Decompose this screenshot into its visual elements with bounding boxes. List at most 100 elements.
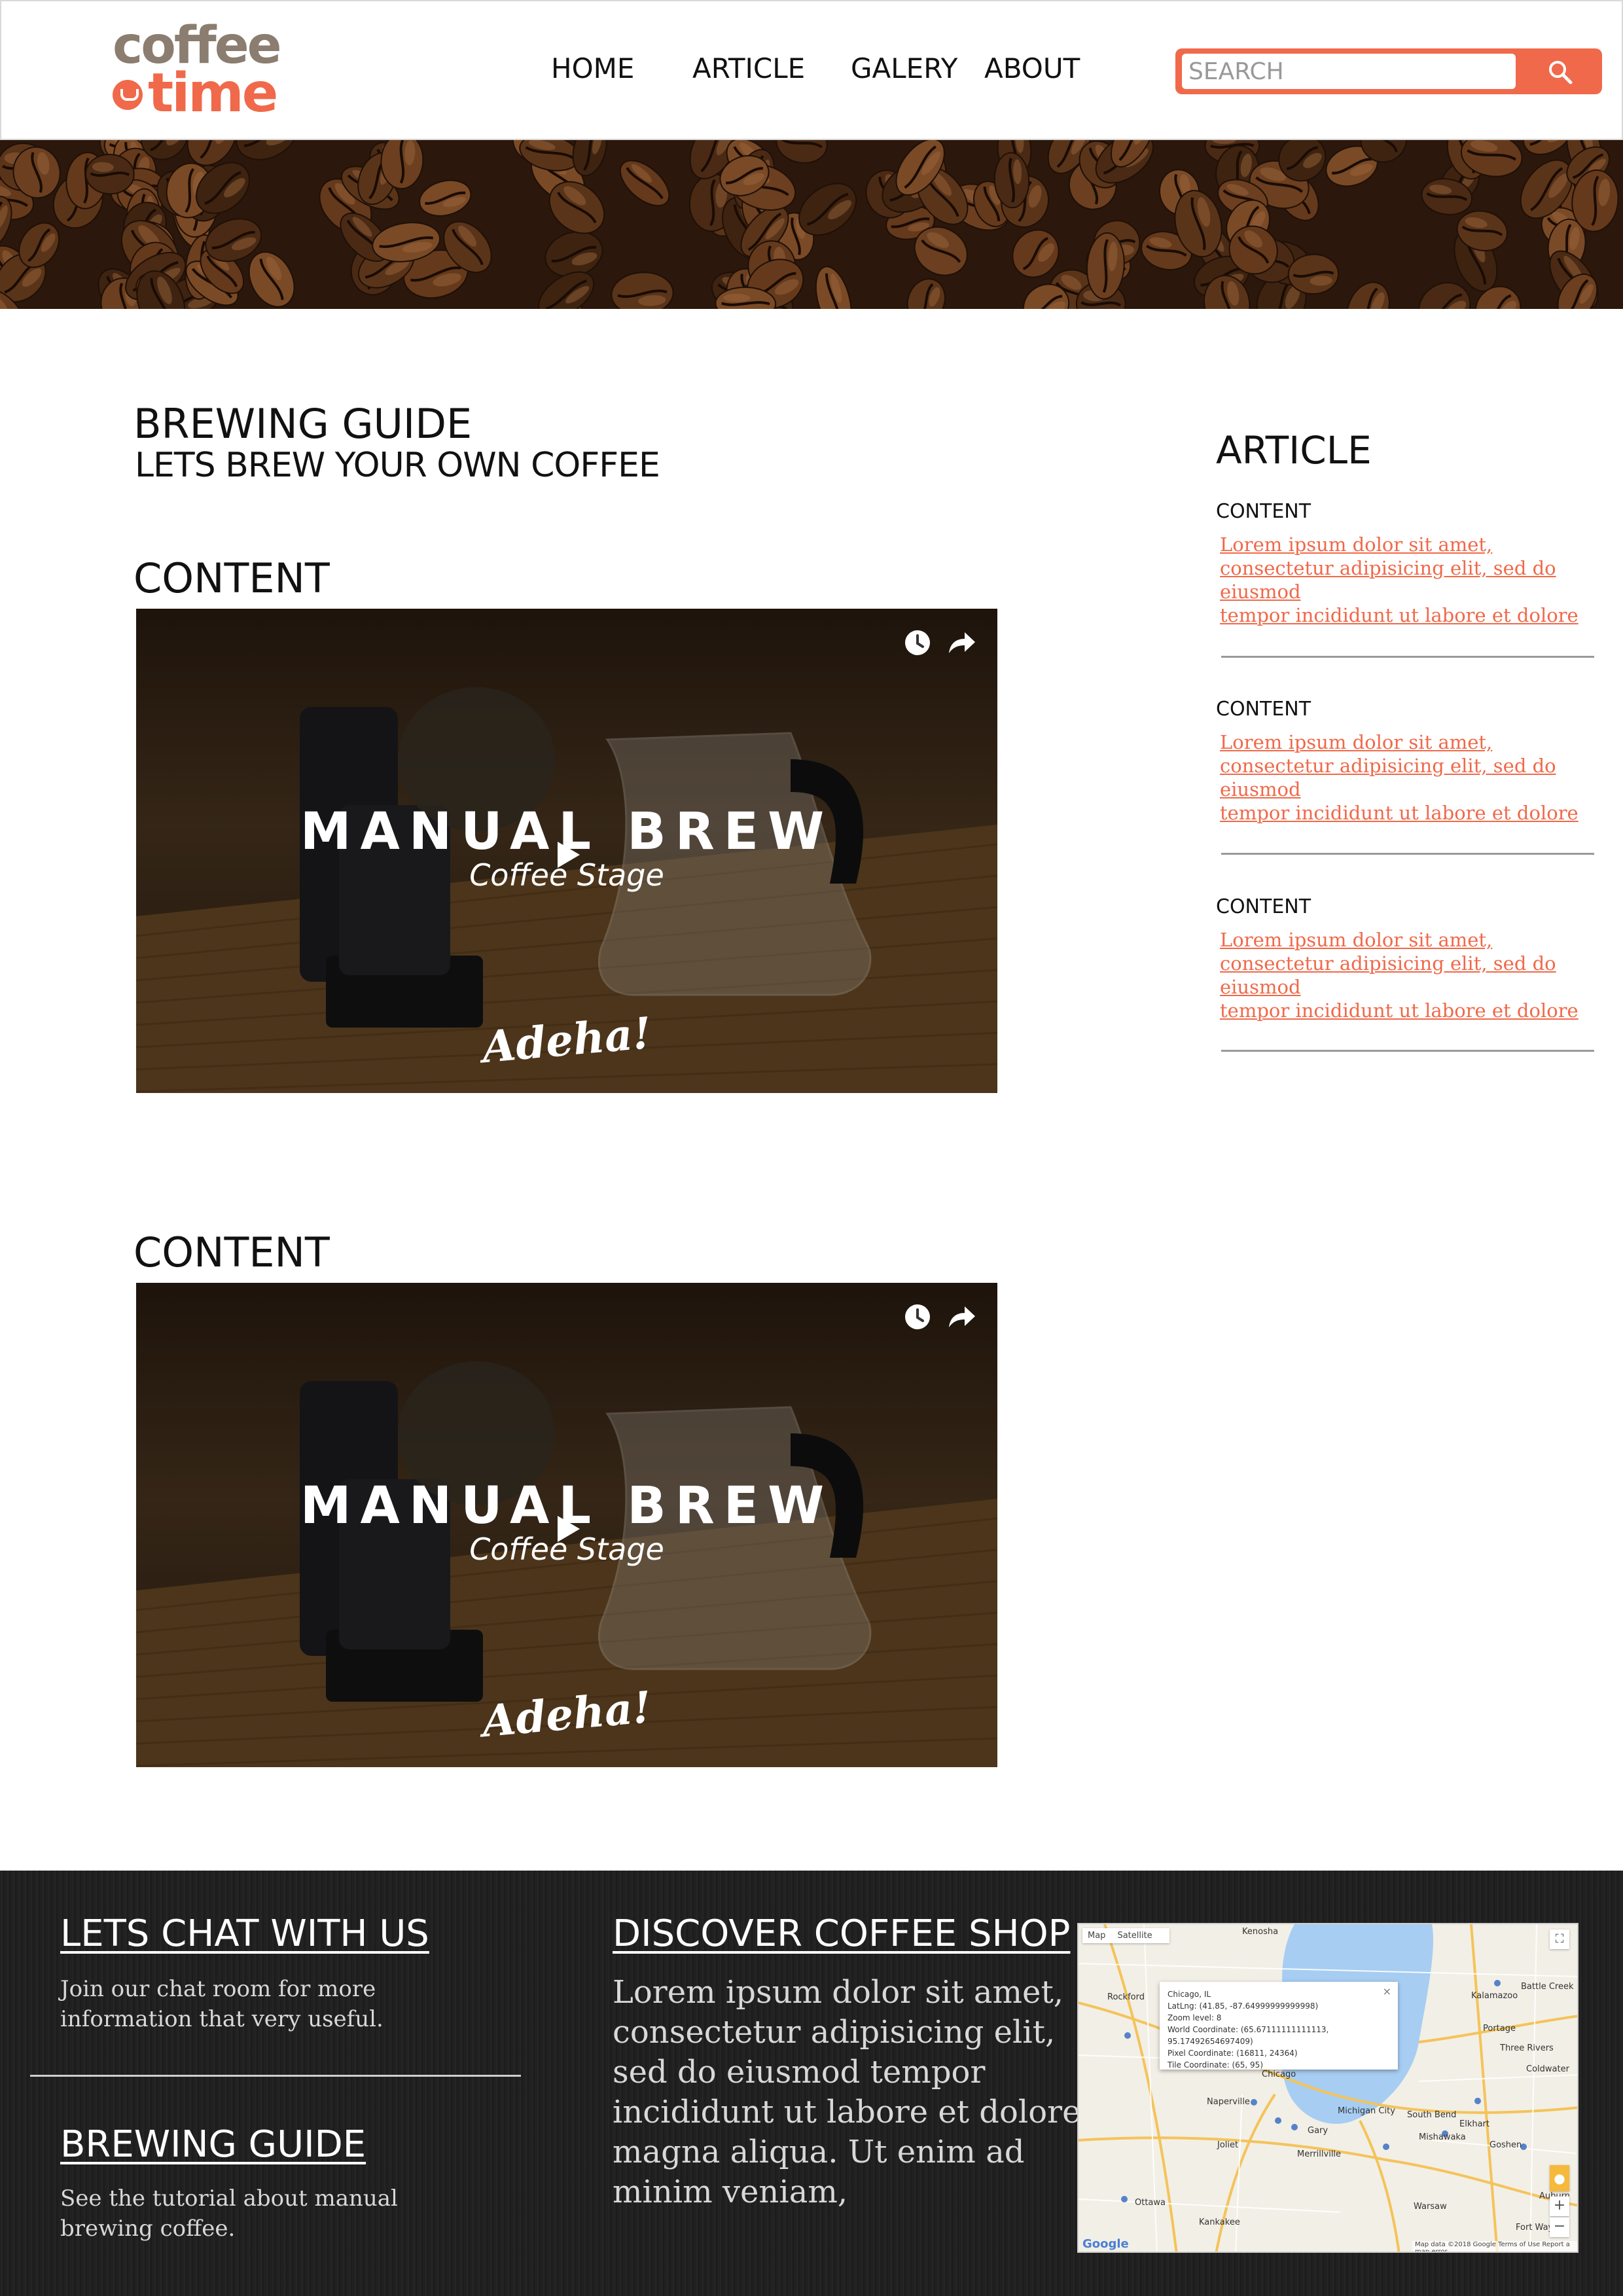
map-city-label: Merrillville bbox=[1297, 2149, 1342, 2159]
footer-chat-heading[interactable]: LETS CHAT WITH US bbox=[60, 1912, 429, 1955]
article-label: CONTENT bbox=[1216, 698, 1311, 721]
article-link-line: eiusmod bbox=[1220, 778, 1301, 800]
search-icon bbox=[1549, 61, 1573, 84]
footer-discover-heading[interactable]: DISCOVER COFFEE SHOP bbox=[613, 1912, 1070, 1955]
footer-discover-text: Lorem ipsum dolor sit amet, consectetur … bbox=[613, 1973, 1090, 2212]
map-info-line: Chicago, IL bbox=[1168, 1990, 1211, 1999]
article-link-line: tempor incididunt ut labore et dolore bbox=[1220, 604, 1578, 626]
map-info-line: Tile Coordinate: (65, 95) bbox=[1168, 2060, 1263, 2070]
map-city-label: South Bend bbox=[1407, 2110, 1457, 2120]
footer-text-line: Join our chat room for more bbox=[60, 1976, 376, 2002]
footer-guide-text: See the tutorial about manual brewing co… bbox=[60, 2183, 479, 2244]
map-city-label: Kenosha bbox=[1242, 1927, 1279, 1937]
article-link-line: consectetur adipisicing elit, sed do bbox=[1220, 557, 1556, 579]
coffee-shop-map[interactable]: Map Satellite Kenosha Rockford Kalamazoo … bbox=[1077, 1923, 1578, 2253]
map-city-label: Michigan City bbox=[1338, 2106, 1395, 2116]
footer-text-line: See the tutorial about manual bbox=[60, 2185, 398, 2212]
map-info-line: Zoom level: 8 bbox=[1168, 2013, 1222, 2022]
map-attribution: Map data ©2018 Google Terms of Use Repor… bbox=[1412, 2241, 1577, 2251]
video-player[interactable]: MANUAL BREW Coffee Stage Adeha! bbox=[136, 609, 997, 1093]
search-button[interactable] bbox=[1521, 51, 1599, 92]
share-icon[interactable] bbox=[946, 1302, 976, 1331]
coffee-beans-image bbox=[0, 140, 1623, 309]
map-city-label: Portage bbox=[1483, 2024, 1516, 2034]
map-city-label: Joliet bbox=[1217, 2140, 1239, 2150]
footer-chat-text: Join our chat room for more information … bbox=[60, 1974, 479, 2034]
map-city-label: Elkhart bbox=[1459, 2119, 1490, 2129]
article-divider bbox=[1221, 853, 1594, 855]
page-title: BREWING GUIDE bbox=[134, 400, 473, 448]
map-city-label: Gary bbox=[1308, 2126, 1329, 2136]
footer-guide-heading[interactable]: BREWING GUIDE bbox=[60, 2123, 366, 2166]
map-type-tabs[interactable]: Map Satellite bbox=[1082, 1928, 1169, 1943]
article-link-line: tempor incididunt ut labore et dolore bbox=[1220, 802, 1578, 824]
map-city-label: Three Rivers bbox=[1500, 2043, 1554, 2053]
map-tab[interactable]: Satellite bbox=[1117, 1931, 1152, 1941]
footer-text-line: incididunt ut labore et dolore bbox=[613, 2094, 1081, 2130]
logo-word-time: time bbox=[148, 62, 278, 124]
article-link-line: Lorem ipsum dolor sit amet, bbox=[1220, 731, 1493, 753]
page-subtitle: LETS BREW YOUR OWN COFFEE bbox=[135, 446, 660, 485]
map-city-label: Naperville bbox=[1207, 2097, 1250, 2107]
coffee-cup-icon bbox=[113, 80, 143, 110]
footer-text-line: sed do eiusmod tempor bbox=[613, 2054, 986, 2090]
clock-icon[interactable] bbox=[903, 1302, 932, 1331]
google-logo: Google bbox=[1082, 2237, 1129, 2251]
footer-text-line: Lorem ipsum dolor sit amet, bbox=[613, 1974, 1063, 2011]
article-link-line: eiusmod bbox=[1220, 581, 1301, 603]
search-input[interactable] bbox=[1182, 54, 1516, 89]
article-link-line: Lorem ipsum dolor sit amet, bbox=[1220, 533, 1493, 556]
section-heading: CONTENT bbox=[134, 1229, 330, 1276]
footer-text-line: brewing coffee. bbox=[60, 2215, 236, 2242]
map-city-label: Rockford bbox=[1107, 1992, 1145, 2002]
fullscreen-button[interactable]: ⛶ bbox=[1550, 1929, 1569, 1949]
article-link[interactable]: Lorem ipsum dolor sit amet, consectetur … bbox=[1220, 730, 1586, 825]
article-label: CONTENT bbox=[1216, 895, 1311, 918]
map-city-label: Mishawaka bbox=[1419, 2132, 1466, 2142]
close-icon[interactable]: × bbox=[1383, 1986, 1391, 1998]
section-heading: CONTENT bbox=[134, 554, 330, 602]
article-divider bbox=[1221, 1050, 1594, 1052]
video-player[interactable]: MANUAL BREW Coffee Stage Adeha! bbox=[136, 1283, 997, 1767]
site-logo[interactable]: coffee time bbox=[113, 20, 283, 124]
map-info-line: LatLng: (41.85, -87.64999999999998) bbox=[1168, 2001, 1319, 2011]
footer-text-line: magna aliqua. Ut enim ad bbox=[613, 2134, 1025, 2170]
article-divider bbox=[1221, 656, 1594, 658]
search-bar bbox=[1175, 48, 1602, 94]
article-link[interactable]: Lorem ipsum dolor sit amet, consectetur … bbox=[1220, 928, 1586, 1022]
map-info-line: World Coordinate: (65.67111111111113, 95… bbox=[1168, 2025, 1329, 2046]
map-city-label: Coldwater bbox=[1526, 2064, 1569, 2074]
map-city-label: Battle Creek bbox=[1521, 1982, 1574, 1992]
map-city-label: Kankakee bbox=[1199, 2217, 1240, 2227]
footer-divider bbox=[30, 2075, 521, 2077]
footer-text-line: minim veniam, bbox=[613, 2174, 848, 2210]
article-link[interactable]: Lorem ipsum dolor sit amet, consectetur … bbox=[1220, 533, 1586, 627]
map-city-label: Warsaw bbox=[1414, 2202, 1447, 2212]
map-info-window: × Chicago, IL LatLng: (41.85, -87.649999… bbox=[1160, 1982, 1398, 2070]
nav-item-about[interactable]: ABOUT bbox=[984, 52, 1080, 92]
coffee-beans-banner bbox=[0, 140, 1623, 309]
share-icon[interactable] bbox=[946, 628, 976, 657]
article-label: CONTENT bbox=[1216, 500, 1311, 523]
article-link-line: tempor incididunt ut labore et dolore bbox=[1220, 999, 1578, 1022]
play-icon[interactable] bbox=[547, 1509, 586, 1549]
nav-item-galery[interactable]: GALERY bbox=[851, 52, 957, 92]
map-city-label: Ottawa bbox=[1135, 2198, 1166, 2208]
nav-item-home[interactable]: HOME bbox=[551, 52, 634, 92]
article-link-line: eiusmod bbox=[1220, 976, 1301, 998]
zoom-out-button[interactable]: − bbox=[1550, 2217, 1569, 2237]
map-city-label: Kalamazoo bbox=[1471, 1991, 1518, 2001]
nav-item-article[interactable]: ARTICLE bbox=[692, 52, 805, 92]
map-info-line: Pixel Coordinate: (16811, 24364) bbox=[1168, 2049, 1298, 2058]
article-link-line: Lorem ipsum dolor sit amet, bbox=[1220, 929, 1493, 951]
map-tab[interactable]: Map bbox=[1088, 1931, 1105, 1941]
sidebar-title: ARTICLE bbox=[1216, 428, 1372, 473]
zoom-in-button[interactable]: + bbox=[1550, 2197, 1569, 2216]
map-city-label: Goshen bbox=[1489, 2140, 1522, 2150]
clock-icon[interactable] bbox=[903, 628, 932, 657]
play-icon[interactable] bbox=[547, 835, 586, 874]
site-header: coffee time HOME ARTICLE GALERY ABOUT bbox=[0, 0, 1623, 140]
article-link-line: consectetur adipisicing elit, sed do bbox=[1220, 952, 1556, 975]
pegman-icon[interactable]: ● bbox=[1550, 2165, 1569, 2191]
article-link-line: consectetur adipisicing elit, sed do bbox=[1220, 755, 1556, 777]
